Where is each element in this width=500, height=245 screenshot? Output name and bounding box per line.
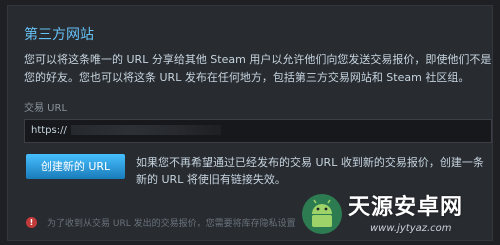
watermark-brand: 天源安卓网 <box>348 195 464 220</box>
watermark-url: www.jytyaz.com <box>370 223 452 234</box>
warning-text: 为了收到从交易 URL 发出的交易报价，您需要将库存隐私设置 <box>47 219 296 229</box>
android-robot-logo-icon <box>302 194 342 234</box>
inventory-privacy-warning: ! 为了收到从交易 URL 发出的交易报价，您需要将库存隐私设置 <box>26 212 296 229</box>
section-title: 第三方网站 <box>24 27 94 43</box>
site-watermark: 天源安卓网 www.jytyaz.com <box>298 192 498 242</box>
note-line: 新的 URL 将使旧有链接失效。 <box>136 173 286 186</box>
note-line: 如果您不再希望通过已经发布的交易 URL 收到新的交易报价，创建一条 <box>136 156 484 169</box>
redacted-url-blur <box>70 125 221 135</box>
trade-url-label: 交易 URL <box>24 103 68 114</box>
description-line: 您可以将这条唯一的 URL 分享给其他 Steam 用户以允许他们向您发送交易报… <box>24 53 492 66</box>
description-line: 您的好友。您也可以将这条 URL 发布在任何地方，包括第三方交易网站和 Stea… <box>24 71 470 84</box>
alert-icon: ! <box>26 217 37 228</box>
trade-url-field[interactable]: https:// <box>24 119 492 143</box>
section-description: 您可以将这条唯一的 URL 分享给其他 Steam 用户以允许他们向您发送交易报… <box>24 51 492 87</box>
trade-url-prefix: https:// <box>31 125 67 136</box>
create-url-note: 如果您不再希望通过已经发布的交易 URL 收到新的交易报价，创建一条 新的 UR… <box>136 154 494 188</box>
create-new-url-button[interactable]: 创建新的 URL <box>26 154 125 179</box>
